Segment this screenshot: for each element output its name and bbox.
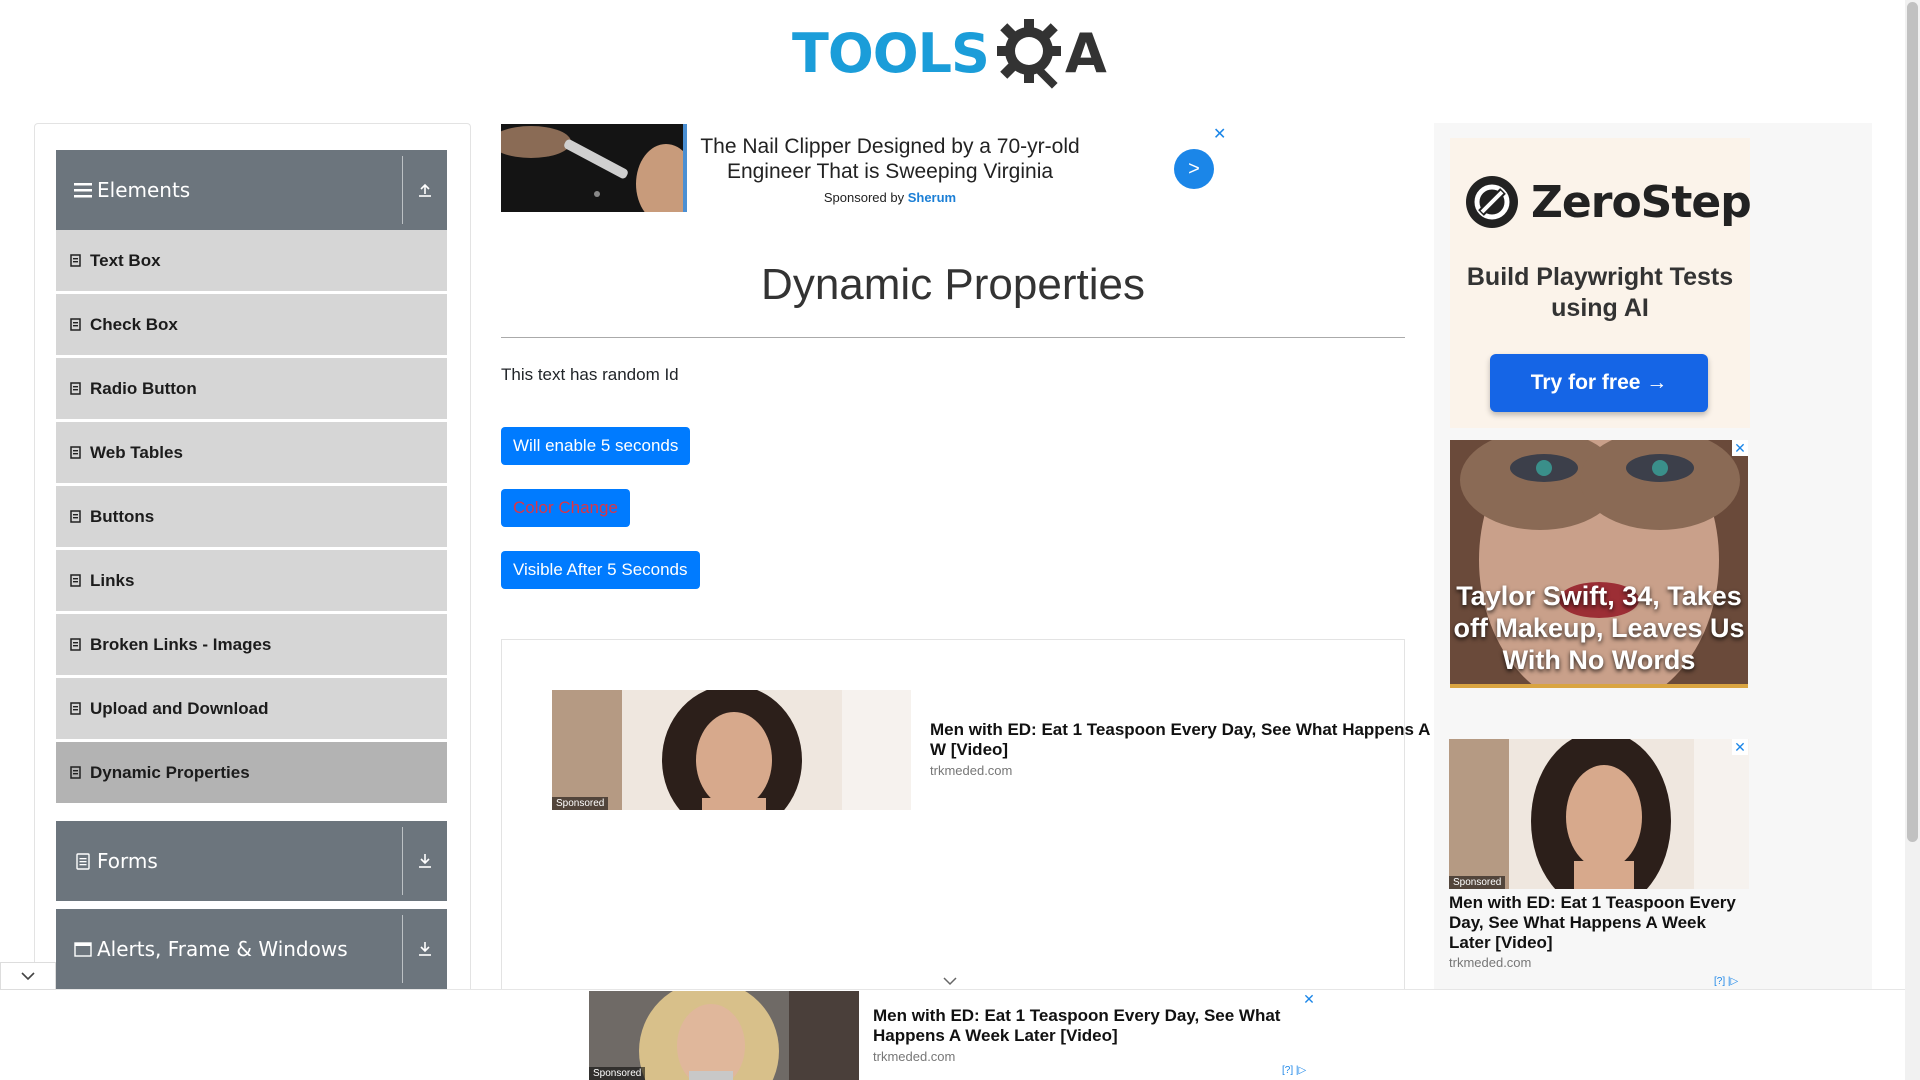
enable-after-button[interactable]: Will enable 5 seconds (501, 427, 691, 465)
menu-item-icon (70, 254, 82, 268)
zerostep-logo[interactable]: ZeroStep (1465, 175, 1752, 229)
ad-domain[interactable]: trkmeded.com (1449, 955, 1531, 970)
visible-after-button[interactable]: Visible After 5 Seconds (501, 551, 700, 589)
expand-down-icon[interactable] (411, 846, 439, 874)
ad-image[interactable] (501, 124, 687, 212)
adchoices-icon[interactable]: [?] |▷ (1282, 1065, 1306, 1076)
zerostep-name: ZeroStep (1531, 176, 1752, 228)
toolsqa-logo[interactable]: TOOLS A (792, 14, 1107, 92)
close-icon[interactable]: ✕ (1213, 124, 1226, 144)
ad-domain[interactable]: trkmeded.com (873, 1049, 955, 1064)
sidebar-item-upload-download[interactable]: Upload and Download (56, 678, 447, 740)
zerostep-icon (1466, 176, 1518, 228)
try-free-button[interactable]: Try for free → (1490, 354, 1708, 412)
divider (501, 337, 1405, 338)
sidebar-item-dynamic-properties[interactable]: Dynamic Properties (56, 742, 447, 804)
menu-item-icon (70, 766, 82, 780)
group-label: Alerts, Frame & Windows (97, 937, 348, 961)
group-label: Elements (97, 178, 191, 202)
top-banner-ad[interactable]: The Nail Clipper Designed by a 70-yr-old… (501, 124, 1226, 212)
ad-image[interactable]: Sponsored (1449, 739, 1749, 889)
menu-item-icon (70, 702, 82, 716)
divider (402, 156, 403, 224)
sponsored-label: Sponsored (552, 797, 609, 810)
window-icon (73, 939, 93, 959)
collapse-up-icon[interactable] (411, 175, 439, 203)
logo-suffix: A (1064, 21, 1107, 85)
ad-headline[interactable]: Men with ED: Eat 1 Teaspoon Every Day, S… (873, 1006, 1293, 1046)
close-icon[interactable]: ✕ (1301, 991, 1317, 1007)
celebrity-ad[interactable]: Taylor Swift, 34, Takes off Makeup, Leav… (1450, 440, 1748, 688)
menu-item-icon (70, 638, 82, 652)
menu-item-icon (70, 446, 82, 460)
divider (402, 827, 403, 895)
menu-item-label: Text Box (90, 250, 161, 270)
menu-item-label: Dynamic Properties (90, 762, 250, 782)
sidebar-item-radio-button[interactable]: Radio Button (56, 358, 447, 420)
random-id-text: This text has random Id (501, 365, 679, 384)
expand-down-icon[interactable] (411, 934, 439, 962)
color-change-button[interactable]: Color Change (501, 489, 630, 527)
menu-item-icon (70, 574, 82, 588)
ad-image[interactable]: Sponsored (552, 690, 911, 810)
sidebar-item-web-tables[interactable]: Web Tables (56, 422, 447, 484)
menu-item-label: Upload and Download (90, 698, 269, 718)
menu-item-label: Buttons (90, 506, 155, 526)
group-label: Forms (97, 849, 158, 873)
menu-item-label: Web Tables (90, 442, 183, 462)
sponsor-name[interactable]: Sherum (908, 190, 956, 205)
sponsored-by-label: Sponsored by (823, 190, 905, 205)
close-icon[interactable]: ✕ (1732, 440, 1748, 456)
sponsored-label: Sponsored (1449, 876, 1506, 889)
sponsored-label: Sponsored (589, 1067, 646, 1080)
sidebar-item-broken-links[interactable]: Broken Links - Images (56, 614, 447, 676)
scrollbar-thumb[interactable] (1907, 2, 1918, 842)
ad-headline[interactable]: The Nail Clipper Designed by a 70-yr-old… (695, 134, 1085, 184)
menu-item-label: Radio Button (90, 378, 197, 398)
ad-headline[interactable]: Taylor Swift, 34, Takes off Makeup, Leav… (1450, 580, 1748, 676)
ad-domain[interactable]: trkmeded.com (930, 763, 1012, 778)
ad-headline[interactable]: Men with ED: Eat 1 Teaspoon Every Day, S… (930, 720, 1450, 760)
page: TOOLS A Elements Text Box Check Box Radi… (0, 0, 1920, 1080)
hamburger-icon (73, 180, 93, 200)
close-icon[interactable]: ✕ (1732, 739, 1748, 755)
ad-headline[interactable]: Men with ED: Eat 1 Teaspoon Every Day, S… (1449, 893, 1749, 953)
menu-item-icon (70, 510, 82, 524)
menu-item-label: Broken Links - Images (90, 634, 272, 654)
sidebar-group-alerts[interactable]: Alerts, Frame & Windows (56, 909, 447, 989)
sidebar-item-text-box[interactable]: Text Box (56, 230, 447, 292)
sidebar-item-check-box[interactable]: Check Box (56, 294, 447, 356)
menu-item-icon (70, 318, 82, 332)
ad-image[interactable]: Sponsored (589, 991, 859, 1080)
sidebar-item-links[interactable]: Links (56, 550, 447, 612)
ad-go-button[interactable]: > (1174, 149, 1214, 189)
menu-item-icon (70, 382, 82, 396)
divider (402, 915, 403, 983)
menu-item-label: Links (90, 570, 135, 590)
document-icon (73, 851, 93, 871)
logo-text: TOOLS (792, 21, 990, 85)
zerostep-tagline: Build Playwright Tests using AI (1466, 263, 1734, 322)
sidebar-item-buttons[interactable]: Buttons (56, 486, 447, 548)
chevron-down-icon[interactable] (0, 962, 56, 990)
ad-sponsor-line: Sponsored by Sherum (695, 190, 1085, 205)
adchoices-icon[interactable]: [?] |▷ (1714, 976, 1738, 987)
gear-magnifier-icon (993, 15, 1069, 91)
sidebar-group-forms[interactable]: Forms (56, 821, 447, 901)
page-title: Dynamic Properties (761, 260, 1145, 309)
sidebar-group-elements[interactable]: Elements (56, 150, 447, 230)
menu-item-label: Check Box (90, 314, 178, 334)
